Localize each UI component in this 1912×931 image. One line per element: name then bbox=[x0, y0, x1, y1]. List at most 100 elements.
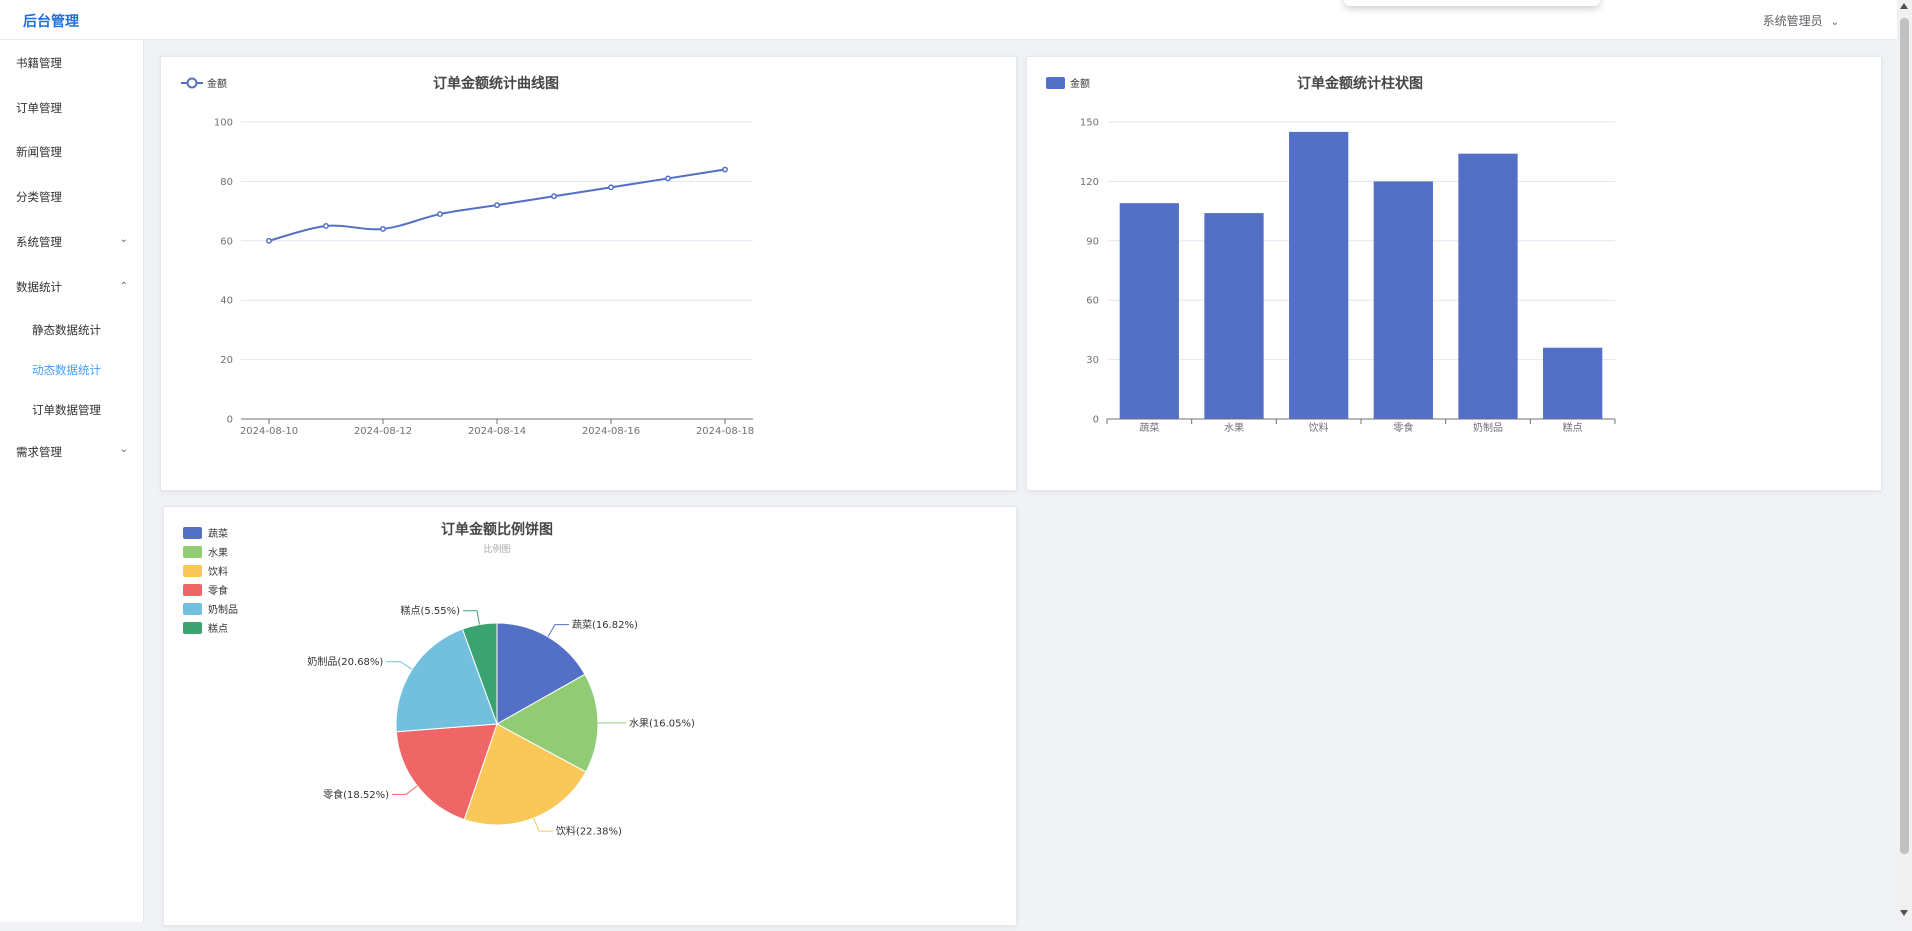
scroll-up-icon[interactable] bbox=[1900, 3, 1908, 9]
sidebar-item-label: 订单数据管理 bbox=[32, 403, 101, 417]
legend-color-marker bbox=[183, 603, 202, 615]
pie-data-label: 奶制品(20.68%) bbox=[307, 655, 383, 668]
chevron-down-icon: ⌄ bbox=[120, 444, 128, 455]
legend-color-marker bbox=[183, 546, 202, 558]
pie-chart: 订单金额比例饼图比例图蔬菜水果饮料零食奶制品糕点蔬菜(16.82%)水果(16.… bbox=[164, 507, 1018, 927]
legend-label: 奶制品 bbox=[208, 603, 238, 616]
pie-label-leader bbox=[534, 818, 553, 831]
y-tick-label: 0 bbox=[227, 415, 233, 426]
legend-label: 水果 bbox=[208, 547, 228, 559]
chart-title: 订单金额统计曲线图 bbox=[433, 75, 559, 92]
pie-label-leader bbox=[386, 662, 412, 670]
line-chart-card: 订单金额统计曲线图金额0204060801002024-08-102024-08… bbox=[160, 56, 1017, 491]
pie-data-label: 蔬菜(16.82%) bbox=[572, 619, 638, 631]
bar bbox=[1120, 203, 1179, 419]
legend-label: 零食 bbox=[208, 584, 228, 597]
legend-color-marker bbox=[183, 527, 202, 539]
bar bbox=[1543, 348, 1602, 419]
data-point bbox=[438, 212, 442, 216]
sidebar-item-label: 书籍管理 bbox=[16, 56, 62, 70]
y-tick-label: 120 bbox=[1080, 177, 1099, 188]
data-point bbox=[324, 224, 328, 228]
y-tick-label: 60 bbox=[220, 236, 233, 247]
data-point bbox=[267, 239, 271, 243]
bar bbox=[1458, 154, 1517, 419]
y-tick-label: 60 bbox=[1086, 296, 1099, 307]
data-point bbox=[381, 227, 385, 231]
y-tick-label: 80 bbox=[220, 177, 233, 188]
y-tick-label: 90 bbox=[1086, 236, 1099, 247]
bar-chart: 订单金额统计柱状图 金额 0 30 60 90 120 150 蔬菜 水果 饮料 零食 奶制品 糕点 bbox=[1027, 57, 1883, 492]
pie-data-label: 零食(18.52%) bbox=[323, 788, 389, 801]
legend-label: 饮料 bbox=[208, 565, 228, 578]
data-point bbox=[495, 203, 499, 207]
sidebar-item-label: 数据统计 bbox=[16, 280, 62, 294]
sidebar-item-books[interactable]: 书籍管理 bbox=[16, 55, 128, 71]
pie-label-leader bbox=[463, 611, 479, 625]
sidebar-subitem-static-stats[interactable]: 静态数据统计 bbox=[32, 322, 101, 338]
dropdown-popup bbox=[1344, 0, 1600, 6]
chart-subtitle: 比例图 bbox=[483, 543, 510, 555]
bar bbox=[1374, 181, 1433, 419]
y-tick-label: 30 bbox=[1086, 355, 1099, 366]
legend-label: 金额 bbox=[1070, 77, 1090, 90]
user-menu[interactable]: 系统管理员 ⌄ bbox=[1763, 12, 1839, 29]
legend-color-marker bbox=[183, 565, 202, 577]
x-tick-label: 零食 bbox=[1393, 421, 1413, 434]
x-tick-label: 饮料 bbox=[1309, 421, 1329, 434]
sidebar-item-label: 新闻管理 bbox=[16, 145, 62, 159]
chevron-down-icon: ⌄ bbox=[120, 234, 128, 245]
scroll-down-icon[interactable] bbox=[1900, 910, 1908, 916]
x-tick-label: 2024-08-14 bbox=[468, 426, 526, 437]
chart-title: 订单金额统计柱状图 bbox=[1297, 75, 1423, 92]
legend-color-marker bbox=[183, 584, 202, 596]
pie-data-label: 饮料(22.38%) bbox=[556, 825, 622, 838]
x-tick-label: 2024-08-12 bbox=[354, 426, 412, 437]
y-tick-label: 0 bbox=[1093, 415, 1099, 426]
app-brand[interactable]: 后台管理 bbox=[23, 11, 79, 31]
sidebar: 书籍管理 订单管理 新闻管理 分类管理 系统管理 ⌄ 数据统计 ⌃ 静态数据统计 动… bbox=[0, 40, 144, 922]
y-tick-label: 20 bbox=[220, 355, 233, 366]
pie-chart-card: 订单金额比例饼图比例图蔬菜水果饮料零食奶制品糕点蔬菜(16.82%)水果(16.… bbox=[163, 506, 1017, 926]
legend-label: 糕点 bbox=[208, 622, 228, 635]
sidebar-subitem-order-data[interactable]: 订单数据管理 bbox=[32, 402, 101, 418]
data-point bbox=[552, 194, 556, 198]
sidebar-item-orders[interactable]: 订单管理 bbox=[16, 100, 128, 116]
pie-data-label: 糕点(5.55%) bbox=[400, 604, 460, 617]
pie-data-label: 水果(16.05%) bbox=[629, 717, 695, 729]
x-tick-label: 奶制品 bbox=[1473, 421, 1503, 434]
sidebar-item-label: 静态数据统计 bbox=[32, 323, 101, 337]
y-tick-label: 100 bbox=[214, 118, 233, 129]
scroll-thumb[interactable] bbox=[1900, 18, 1909, 854]
chevron-up-icon: ⌃ bbox=[120, 281, 128, 292]
legend-label: 金额 bbox=[207, 77, 227, 90]
bar bbox=[1289, 132, 1348, 419]
sidebar-subitem-dynamic-stats[interactable]: 动态数据统计 bbox=[32, 362, 101, 378]
y-tick-label: 150 bbox=[1080, 118, 1099, 129]
chart-title: 订单金额比例饼图 bbox=[441, 521, 553, 538]
legend-bar-marker bbox=[1046, 77, 1065, 89]
legend-circle-marker bbox=[188, 79, 197, 88]
sidebar-item-system[interactable]: 系统管理 ⌄ bbox=[16, 234, 128, 250]
sidebar-item-label: 分类管理 bbox=[16, 190, 62, 204]
x-tick-label: 水果 bbox=[1224, 422, 1244, 434]
sidebar-item-label: 动态数据统计 bbox=[32, 363, 101, 377]
sidebar-item-statistics[interactable]: 数据统计 ⌃ bbox=[16, 279, 128, 295]
sidebar-item-categories[interactable]: 分类管理 bbox=[16, 189, 128, 205]
x-tick-label: 2024-08-10 bbox=[240, 426, 298, 437]
pie-label-leader bbox=[392, 786, 417, 795]
data-point bbox=[666, 176, 670, 180]
bar-chart-card: 订单金额统计柱状图 金额 0 30 60 90 120 150 蔬菜 水果 饮料 零食 奶制品 糕点 bbox=[1026, 56, 1882, 491]
x-tick-label: 2024-08-18 bbox=[696, 426, 754, 437]
user-name: 系统管理员 bbox=[1763, 14, 1823, 28]
x-tick-label: 糕点 bbox=[1563, 421, 1583, 434]
sidebar-item-news[interactable]: 新闻管理 bbox=[16, 144, 128, 160]
x-tick-label: 蔬菜 bbox=[1139, 422, 1159, 434]
vertical-scrollbar[interactable] bbox=[1897, 0, 1912, 922]
top-header: 后台管理 系统管理员 ⌄ bbox=[0, 0, 1897, 40]
main-content: 订单金额统计曲线图金额0204060801002024-08-102024-08… bbox=[145, 41, 1897, 922]
legend-color-marker bbox=[183, 622, 202, 634]
sidebar-item-requirements[interactable]: 需求管理⌄ bbox=[16, 444, 128, 460]
sidebar-item-label: 系统管理 bbox=[16, 235, 62, 249]
chevron-down-icon: ⌄ bbox=[1831, 17, 1839, 28]
